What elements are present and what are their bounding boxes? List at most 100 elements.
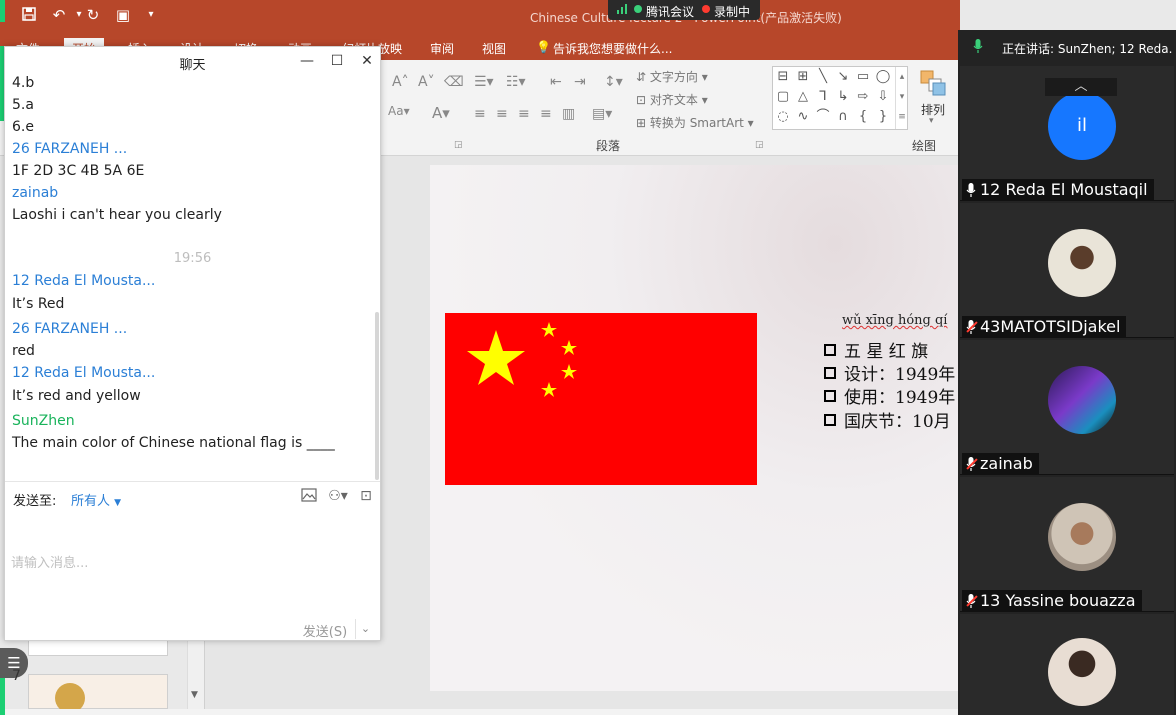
arc-shape-icon[interactable]: ⌒: [815, 109, 831, 125]
chat-sender-name[interactable]: 26 FARZANEH ...: [12, 321, 127, 337]
close-icon[interactable]: ✕: [357, 51, 377, 71]
participant-tile[interactable]: 43MATOTSIDjakel: [960, 203, 1174, 338]
paragraph-dialog-launcher-icon[interactable]: ◲: [755, 140, 764, 150]
avatar: [1048, 503, 1116, 571]
tab-view[interactable]: 视图: [482, 40, 506, 57]
align-text-button[interactable]: ⊡ 对齐文本 ▾: [636, 91, 708, 108]
rounded-rect-shape-icon[interactable]: ▢: [775, 89, 791, 105]
participant-tile[interactable]: 13 Yassine bouazza: [960, 477, 1174, 612]
participant-tile[interactable]: [960, 614, 1174, 715]
arrow-line-shape-icon[interactable]: ↘: [835, 69, 851, 85]
columns-icon[interactable]: ▤▾: [592, 106, 612, 122]
undo-icon[interactable]: ↶: [50, 6, 68, 24]
align-left-icon[interactable]: ≡: [474, 106, 486, 122]
ppt-titlebar: ↶ ▾ ↻ ▣ ▾ Chinese Culture lecture 2 - Po…: [0, 0, 960, 36]
lightbulb-icon: 💡: [536, 40, 551, 54]
increase-indent-icon[interactable]: ⇥: [574, 74, 586, 90]
convert-smartart-label: 转换为 SmartArt: [649, 116, 744, 130]
flag-stars: [467, 322, 577, 397]
font-color-icon[interactable]: A▾: [432, 104, 450, 122]
align-center-icon[interactable]: ≡: [496, 106, 508, 122]
speaking-indicator: 正在讲话: SunZhen; 12 Reda...: [958, 30, 1176, 64]
mention-icon[interactable]: ⚇▾: [325, 488, 351, 506]
rectangle-shape-icon[interactable]: ▭: [855, 69, 871, 85]
convert-smartart-button[interactable]: ⊞ 转换为 SmartArt ▾: [636, 114, 754, 131]
chat-sender-name[interactable]: 12 Reda El Mousta...: [12, 273, 155, 289]
participant-name-tag: 13 Yassine bouazza: [962, 590, 1142, 612]
signal-icon: [616, 3, 628, 18]
chat-message-text: 4.b: [12, 75, 35, 91]
tab-review[interactable]: 审阅: [430, 40, 454, 57]
text-direction-button[interactable]: ⇵ 文字方向 ▾: [636, 68, 708, 85]
textbox-shape-icon[interactable]: ⊟: [775, 69, 791, 85]
arrange-dropdown-icon[interactable]: ▾: [929, 116, 934, 126]
minimize-icon[interactable]: —: [297, 51, 317, 71]
redo-icon[interactable]: ↻: [84, 6, 102, 24]
chat-sender-name[interactable]: 12 Reda El Mousta...: [12, 365, 155, 381]
align-right-icon[interactable]: ≡: [518, 106, 530, 122]
slide-thumbnail[interactable]: [28, 674, 168, 713]
avatar: [1048, 366, 1116, 434]
tell-me-search[interactable]: 告诉我您想要做什么...: [553, 40, 672, 57]
flag-small-star: [561, 340, 577, 355]
scroll-up-icon[interactable]: ︿: [1045, 78, 1117, 96]
font-dialog-launcher-icon[interactable]: ◲: [454, 140, 463, 150]
elbow-connector-shape-icon[interactable]: ⅂: [815, 89, 831, 105]
numbering-icon[interactable]: ☷▾: [506, 74, 526, 90]
distributed-icon[interactable]: ▥: [562, 106, 575, 122]
chat-sender-name[interactable]: 26 FARZANEH ...: [12, 141, 127, 157]
checkbox-bullet-icon: [824, 414, 836, 426]
freeform-shape-icon[interactable]: ◌: [775, 109, 791, 125]
arrange-icon[interactable]: [920, 70, 946, 100]
oval-shape-icon[interactable]: ◯: [875, 69, 891, 85]
line-shape-icon[interactable]: ╲: [815, 69, 831, 85]
save-icon[interactable]: [20, 6, 38, 24]
send-button[interactable]: 发送(S): [299, 621, 351, 640]
decrease-indent-icon[interactable]: ⇤: [550, 74, 562, 90]
meeting-status-pill[interactable]: 腾讯会议 录制中: [608, 0, 760, 20]
screenshot-icon[interactable]: ⊡: [357, 488, 375, 506]
send-to-select[interactable]: 所有人 ▼: [71, 490, 121, 509]
paragraph-group-label: 段落: [596, 139, 621, 153]
participants-panel: 正在讲话: SunZhen; 12 Reda... il 12 Reda El M…: [958, 30, 1176, 715]
chat-scrollbar[interactable]: [375, 312, 379, 480]
curve-shape-icon[interactable]: ∿: [795, 109, 811, 125]
right-arrow-shape-icon[interactable]: ⇨: [855, 89, 871, 105]
change-case-icon[interactable]: Aa▾: [388, 104, 410, 118]
slide-canvas[interactable]: wǔ xīng hóng qí 五 星 红 旗 设计：1949年 使用：1949…: [430, 165, 970, 691]
elbow-arrow-shape-icon[interactable]: ↳: [835, 89, 851, 105]
justify-icon[interactable]: ≡: [540, 106, 552, 122]
scroll-down-icon[interactable]: ▼: [191, 690, 198, 700]
chat-message-text: It’s red and yellow: [12, 388, 141, 404]
avatar: il: [1048, 92, 1116, 160]
image-icon[interactable]: [300, 488, 318, 506]
clear-format-icon[interactable]: ⌫: [444, 74, 464, 90]
meeting-dot-icon: [634, 5, 642, 13]
chat-message-list[interactable]: 4.b 5.a 6.e 26 FARZANEH ... 1F 2D 3C 4B 5A 6…: [5, 75, 380, 480]
drawing-group-label: 绘图: [912, 139, 937, 153]
chat-sender-name: SunZhen: [12, 413, 75, 429]
down-arrow-shape-icon[interactable]: ⇩: [875, 89, 891, 105]
shapes-more-icon[interactable]: ▴ ▾ ≡: [895, 67, 908, 129]
customize-toolbar-icon[interactable]: ▾: [142, 6, 160, 24]
chat-sender-name[interactable]: zainab: [12, 185, 58, 201]
participant-tile[interactable]: zainab: [960, 340, 1174, 475]
left-brace-shape-icon[interactable]: {: [855, 109, 871, 125]
recording-icon: [702, 5, 710, 13]
chat-input[interactable]: [11, 513, 373, 613]
grow-font-icon[interactable]: A˄: [392, 74, 409, 90]
start-slideshow-icon[interactable]: ▣: [114, 6, 132, 24]
shrink-font-icon[interactable]: A˅: [418, 74, 435, 90]
wave-shape-icon[interactable]: ∩: [835, 109, 851, 125]
shapes-gallery[interactable]: ⊟ ⊞ ╲ ↘ ▭ ◯ ▢ △ ⅂ ↳ ⇨ ⇩ ◌ ∿ ⌒ ∩ { } ▴ ▾ ≡: [772, 66, 908, 130]
line-spacing-icon[interactable]: ↕▾: [604, 74, 623, 90]
flag-small-star: [541, 382, 557, 397]
maximize-icon[interactable]: ☐: [327, 51, 347, 71]
triangle-shape-icon[interactable]: △: [795, 89, 811, 105]
vertical-textbox-shape-icon[interactable]: ⊞: [795, 69, 811, 85]
checkbox-bullet-icon: [824, 344, 836, 356]
slide-bullet-text: 国庆节：10月: [844, 412, 951, 432]
send-options-icon[interactable]: ⌄: [355, 619, 375, 639]
right-brace-shape-icon[interactable]: }: [875, 109, 891, 125]
bullets-icon[interactable]: ☰▾: [474, 74, 494, 90]
